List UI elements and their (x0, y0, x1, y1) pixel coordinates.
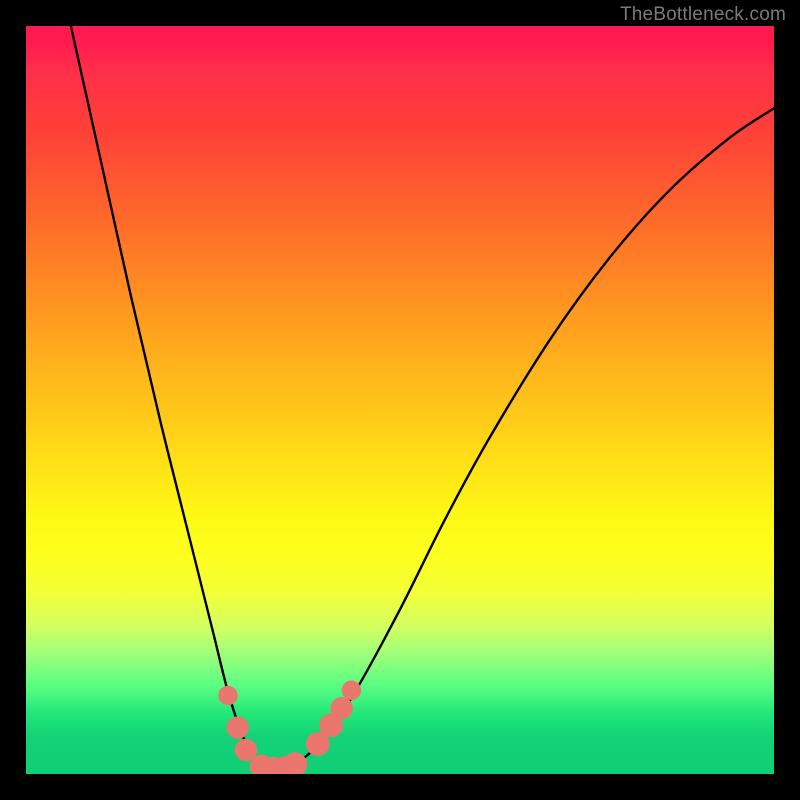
curve-markers (218, 681, 361, 775)
curve-marker (226, 716, 248, 738)
chart-frame: TheBottleneck.com (0, 0, 800, 800)
chart-svg (26, 26, 774, 774)
chart-plot-area (26, 26, 774, 774)
bottleneck-curve (71, 26, 774, 770)
curve-marker (218, 686, 237, 705)
curve-marker (283, 752, 307, 774)
curve-marker (330, 697, 352, 719)
curve-marker (342, 681, 361, 700)
watermark-text: TheBottleneck.com (620, 4, 786, 26)
